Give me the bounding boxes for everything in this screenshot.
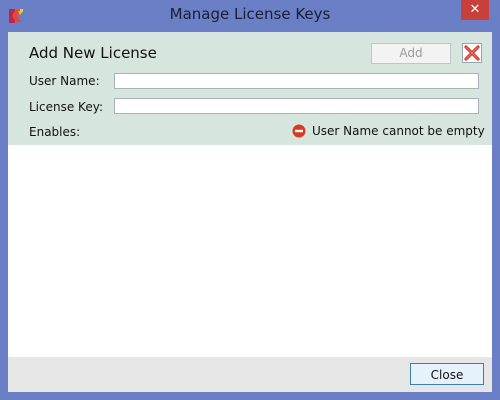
window-close-button[interactable]: ✕ <box>461 0 489 20</box>
license-list[interactable] <box>8 145 492 357</box>
dialog-client-area: Add New License Add User Name: License K… <box>8 32 492 392</box>
delete-license-button[interactable] <box>462 43 482 63</box>
red-x-icon <box>464 45 480 61</box>
error-message: User Name cannot be empty <box>312 124 485 138</box>
user-name-label: User Name: <box>29 74 100 88</box>
window-title: Manage License Keys <box>169 5 331 23</box>
error-no-entry-icon <box>292 124 306 138</box>
license-key-label: License Key: <box>29 100 103 114</box>
close-button[interactable]: Close <box>410 363 484 385</box>
license-dialog-window: Manage License Keys ✕ Add New License Ad… <box>0 0 500 400</box>
title-bar[interactable]: Manage License Keys ✕ <box>0 0 500 32</box>
close-icon: ✕ <box>469 2 481 17</box>
panel-title: Add New License <box>29 44 157 62</box>
dialog-footer: Close <box>8 357 492 392</box>
enables-label: Enables: <box>29 125 81 139</box>
add-button[interactable]: Add <box>371 43 451 64</box>
license-key-input[interactable] <box>114 98 479 114</box>
user-name-input[interactable] <box>114 73 479 89</box>
add-license-panel: Add New License Add User Name: License K… <box>8 32 492 145</box>
